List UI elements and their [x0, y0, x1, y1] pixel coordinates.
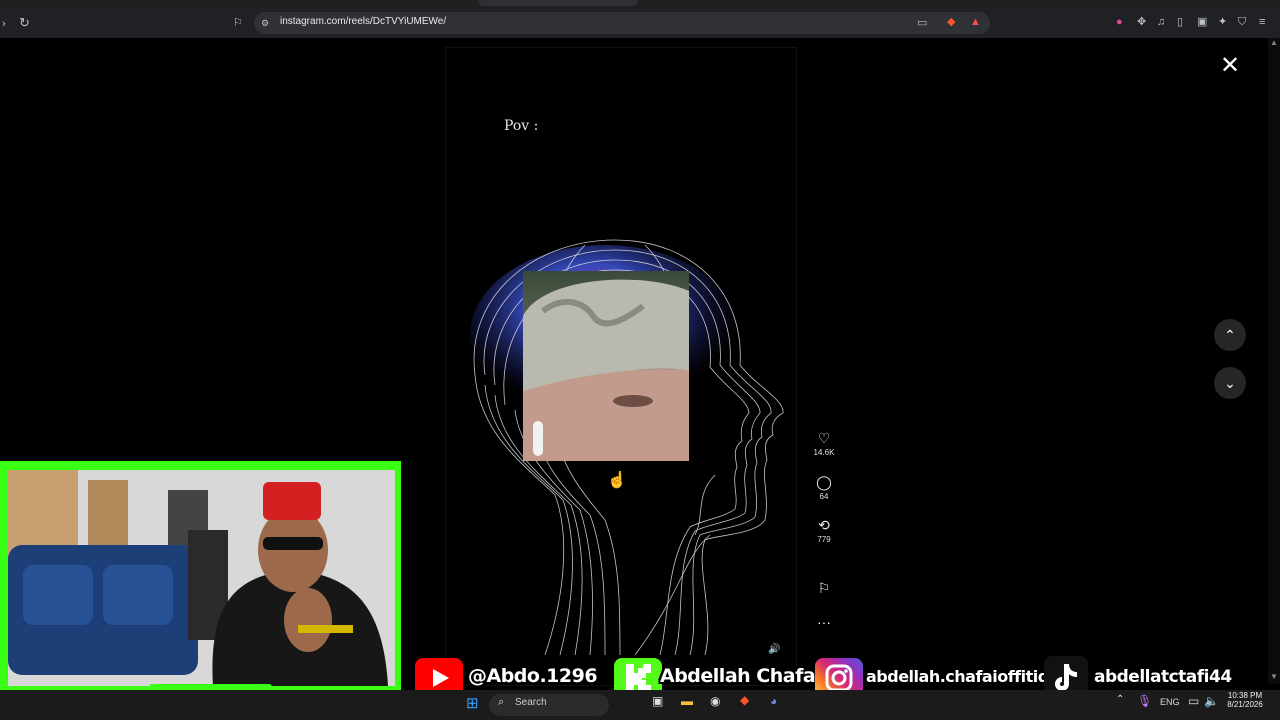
- tray-expand-icon[interactable]: ⌃: [1116, 694, 1124, 705]
- start-icon[interactable]: ⊞: [466, 694, 479, 712]
- save-button[interactable]: ⚐: [804, 580, 844, 597]
- clock[interactable]: 10:38 PM 8/21/2026: [1222, 691, 1268, 709]
- youtube-handle: @Abdo.1296: [468, 665, 598, 687]
- hand-cursor-icon: ☝: [607, 472, 627, 489]
- comment-button[interactable]: ◯ 64: [804, 474, 844, 501]
- url-text[interactable]: instagram.com/reels/DcTVYiUMEWe/: [280, 16, 446, 27]
- vpn-icon[interactable]: ⛉: [1238, 16, 1246, 28]
- brave-app-icon[interactable]: ◆: [740, 693, 749, 707]
- like-button[interactable]: ♡ 14.6K: [804, 430, 844, 457]
- previous-reel-button[interactable]: ⌃: [1214, 319, 1246, 351]
- like-count: 14.6K: [813, 448, 835, 457]
- speaker-icon[interactable]: 🔈: [1204, 694, 1219, 708]
- more-icon: ···: [817, 614, 831, 630]
- comment-icon: ◯: [816, 474, 832, 490]
- instagram-handle: abdellah.chafaioffitid: [866, 667, 1049, 686]
- heart-icon: ♡: [817, 430, 831, 446]
- sidebar-icon[interactable]: ▯: [1177, 16, 1183, 28]
- scrollbar[interactable]: ▲ ▼: [1268, 38, 1280, 684]
- app-icon[interactable]: ◉: [710, 694, 720, 708]
- taskbar: [0, 690, 1280, 720]
- tab-strip: [0, 0, 1280, 8]
- chevron-up-icon: ⌃: [1224, 327, 1236, 343]
- chevron-down-icon: ⌄: [1224, 375, 1236, 391]
- taskbar-search[interactable]: [489, 694, 609, 716]
- repost-icon: ⟲: [818, 517, 830, 533]
- more-options-button[interactable]: ···: [804, 614, 844, 630]
- leo-icon[interactable]: ✦: [1218, 16, 1227, 28]
- brave-shield-icon[interactable]: ◆: [947, 16, 955, 28]
- file-explorer-icon[interactable]: ▬: [681, 694, 693, 708]
- menu-icon[interactable]: ≡: [1259, 16, 1265, 28]
- discord-icon[interactable]: ◕: [770, 694, 777, 708]
- media-icon[interactable]: ♫: [1157, 16, 1165, 28]
- back-icon[interactable]: ›: [2, 18, 6, 30]
- repost-count: 779: [817, 535, 831, 544]
- bookmark-icon[interactable]: ⚐: [233, 17, 243, 29]
- reload-icon[interactable]: ↻: [19, 16, 30, 29]
- close-button[interactable]: ✕: [1218, 54, 1242, 78]
- bookmark-icon: ⚐: [817, 580, 831, 596]
- extension-icon[interactable]: ●: [1116, 16, 1123, 28]
- kick-handle: Abdellah Chafai: [660, 665, 822, 687]
- search-label: Search: [515, 697, 547, 708]
- site-info-icon[interactable]: ⚙: [261, 17, 269, 29]
- repost-button[interactable]: ⟲ 779: [804, 517, 844, 544]
- clock-time: 10:38 PM: [1227, 691, 1263, 700]
- search-icon: ⌕: [498, 696, 505, 708]
- wallet-icon[interactable]: ▣: [1197, 16, 1207, 28]
- network-icon[interactable]: ▭: [1188, 694, 1199, 708]
- scroll-up-icon[interactable]: ▲: [1270, 38, 1278, 47]
- comment-count: 64: [819, 492, 829, 501]
- scroll-down-icon[interactable]: ▼: [1270, 672, 1278, 681]
- next-reel-button[interactable]: ⌄: [1214, 367, 1246, 399]
- puzzle-icon[interactable]: ✥: [1137, 16, 1146, 28]
- language-indicator[interactable]: ENG: [1160, 697, 1180, 707]
- volume-icon[interactable]: 🔊: [768, 644, 780, 655]
- microphone-icon[interactable]: 🎙: [1137, 694, 1152, 708]
- active-tab[interactable]: [478, 0, 638, 6]
- reel-overlay-text: Pov :: [504, 118, 539, 134]
- cast-icon[interactable]: ▭: [917, 17, 927, 29]
- tiktok-handle: abdellatctafi44: [1094, 667, 1232, 687]
- embedded-face-photo: [523, 271, 689, 461]
- webcam-feed: [8, 470, 395, 686]
- clock-date: 8/21/2026: [1227, 700, 1263, 709]
- rewards-icon[interactable]: ▲: [970, 16, 981, 28]
- task-view-icon[interactable]: ▣: [652, 694, 663, 708]
